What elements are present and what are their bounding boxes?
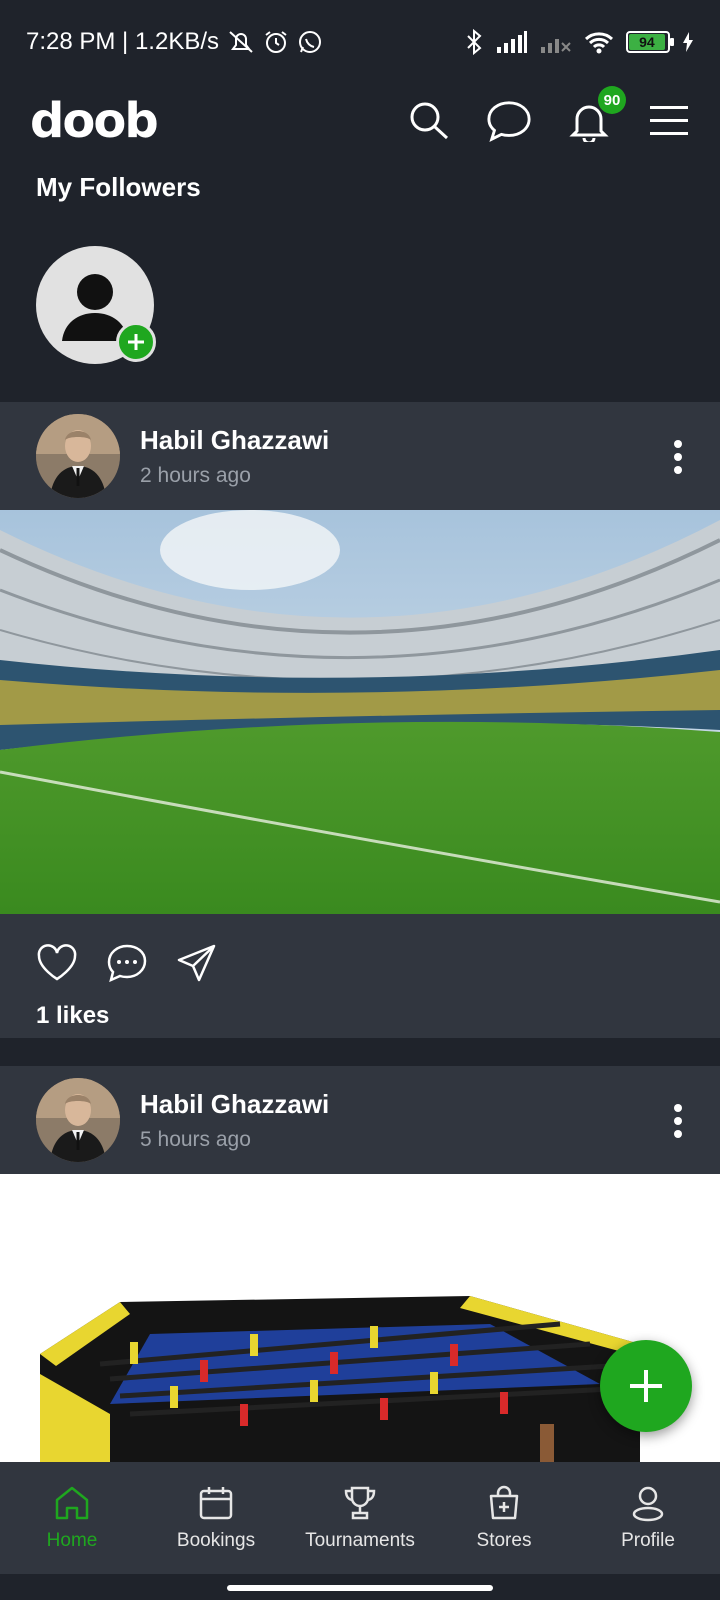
home-indicator[interactable] — [227, 1585, 493, 1591]
post-time: 2 hours ago — [140, 463, 251, 487]
nav-profile[interactable]: Profile — [578, 1484, 718, 1552]
menu-button[interactable] — [646, 98, 692, 144]
battery-indicator: 94 — [626, 31, 674, 53]
plus-icon — [128, 334, 144, 350]
bluetooth-icon — [467, 29, 482, 55]
post-image-stadium[interactable] — [0, 510, 720, 914]
more-dot-icon — [674, 466, 682, 474]
nav-bookings[interactable]: Bookings — [146, 1484, 286, 1552]
stadium-photo — [0, 510, 720, 914]
hamburger-menu-icon — [650, 106, 688, 135]
post-options-button[interactable] — [672, 1104, 684, 1138]
post-header: Habil Ghazzawi 2 hours ago — [0, 402, 720, 510]
post-card: Habil Ghazzawi 2 hours ago 1 likes — [0, 402, 720, 1038]
post-image-foosball[interactable] — [0, 1174, 720, 1462]
post-time: 5 hours ago — [140, 1127, 251, 1151]
app-logo: doob — [30, 93, 159, 149]
nav-home[interactable]: Home — [2, 1484, 142, 1552]
create-post-button[interactable] — [600, 1340, 692, 1432]
notification-badge: 90 — [598, 86, 626, 114]
post-author[interactable]: Habil Ghazzawi — [140, 1089, 329, 1120]
chat-button[interactable] — [486, 98, 532, 144]
battery-level: 94 — [629, 34, 665, 50]
post-author[interactable]: Habil Ghazzawi — [140, 425, 329, 456]
trophy-icon — [344, 1486, 376, 1520]
more-dot-icon — [674, 1130, 682, 1138]
post-actions — [0, 914, 720, 990]
nav-tournaments-label: Tournaments — [305, 1530, 415, 1551]
likes-count[interactable]: 1 likes — [0, 990, 720, 1030]
nav-bookings-label: Bookings — [176, 1530, 256, 1551]
more-dot-icon — [674, 1117, 682, 1125]
alarm-icon — [265, 31, 287, 53]
share-send-icon[interactable] — [176, 943, 218, 983]
search-icon — [410, 102, 449, 140]
chat-bubble-icon — [487, 101, 531, 142]
author-avatar[interactable] — [36, 414, 120, 498]
status-right: 94 — [464, 29, 694, 55]
signal-icon — [497, 31, 527, 53]
nav-stores-label: Stores — [476, 1530, 532, 1551]
post-options-button[interactable] — [672, 440, 684, 474]
home-icon — [55, 1486, 89, 1520]
status-left: 7:28 PM | 1.2KB/s — [26, 28, 323, 56]
post-header: Habil Ghazzawi 5 hours ago — [0, 1066, 720, 1174]
author-photo — [36, 414, 120, 498]
more-dot-icon — [674, 453, 682, 461]
signal-weak-icon — [541, 39, 571, 53]
status-time: 7:28 PM | 1.2KB/s — [26, 28, 219, 55]
add-follower-button[interactable] — [116, 322, 156, 362]
store-bag-icon — [489, 1485, 519, 1520]
calendar-icon — [199, 1487, 233, 1520]
bottom-navigation: Home Bookings Tournaments Stores Profile — [0, 1462, 720, 1574]
author-avatar[interactable] — [36, 1078, 120, 1162]
like-heart-icon[interactable] — [36, 944, 78, 982]
profile-icon — [632, 1486, 664, 1522]
nav-stores[interactable]: Stores — [434, 1484, 574, 1552]
foosball-table-photo — [0, 1174, 720, 1462]
comment-icon[interactable] — [106, 943, 148, 983]
nav-home-label: Home — [46, 1530, 98, 1551]
search-button[interactable] — [406, 98, 452, 144]
whatsapp-icon — [299, 31, 321, 53]
notifications-button[interactable]: 90 — [566, 86, 626, 144]
more-dot-icon — [674, 440, 682, 448]
charging-icon — [683, 32, 693, 52]
plus-icon — [630, 1370, 662, 1402]
status-bar: 7:28 PM | 1.2KB/s 94 — [0, 0, 720, 84]
more-dot-icon — [674, 1104, 682, 1112]
post-meta: Habil Ghazzawi 5 hours ago — [140, 1089, 329, 1152]
header-actions: 90 — [406, 86, 692, 144]
nav-profile-label: Profile — [621, 1530, 675, 1551]
wifi-icon — [584, 32, 614, 54]
alarm-off-icon — [229, 31, 253, 53]
nav-tournaments[interactable]: Tournaments — [290, 1484, 430, 1552]
followers-title: My Followers — [36, 172, 201, 202]
post-meta: Habil Ghazzawi 2 hours ago — [140, 425, 329, 488]
author-photo — [36, 1078, 120, 1162]
app-header: doob 90 — [0, 84, 720, 158]
